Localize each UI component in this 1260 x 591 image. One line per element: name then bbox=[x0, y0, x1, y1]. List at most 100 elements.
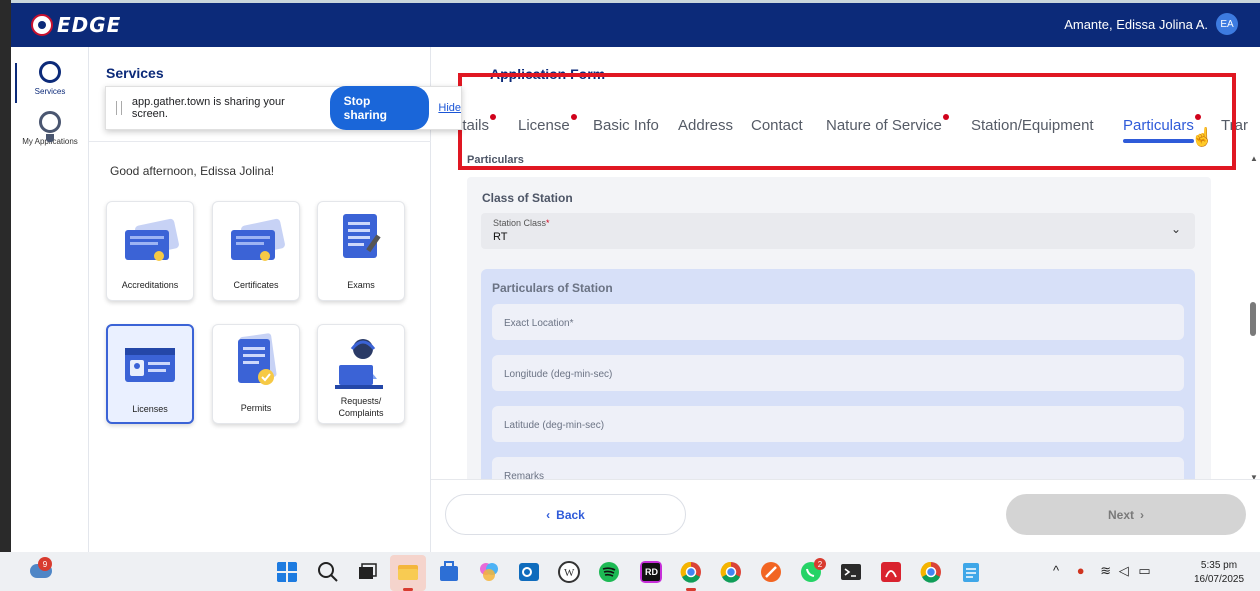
screen-share-notification: app.gather.town is sharing your screen. … bbox=[105, 86, 462, 130]
field-label: Station Class* bbox=[493, 218, 550, 228]
services-title: Services bbox=[106, 65, 164, 81]
clock-time: 5:35 pm bbox=[1200, 560, 1238, 571]
placeholder-text: Longitude (deg-min-sec) bbox=[504, 369, 613, 380]
microsoft-store-icon[interactable] bbox=[438, 561, 460, 583]
tile-label: Exams bbox=[347, 280, 375, 290]
form-scrollbar[interactable]: ▲ ▼ bbox=[1248, 152, 1260, 482]
divider bbox=[89, 141, 431, 142]
spotify-icon[interactable] bbox=[598, 561, 620, 583]
form-footer: ‹ Back Next › bbox=[431, 479, 1260, 552]
side-navigation: Services My Applications bbox=[11, 47, 89, 552]
exact-location-field[interactable]: Exact Location* bbox=[492, 304, 1184, 340]
wifi-icon[interactable]: ≋ bbox=[1100, 563, 1111, 578]
user-name: Amante, Edissa Jolina A. bbox=[1064, 16, 1208, 32]
red-highlight-box bbox=[458, 73, 1236, 170]
sidebar-item-my-applications[interactable]: My Applications bbox=[17, 111, 83, 146]
hide-link[interactable]: Hide bbox=[438, 102, 461, 114]
scroll-up-icon[interactable]: ▲ bbox=[1250, 154, 1258, 163]
service-tile-exams[interactable]: Exams bbox=[317, 201, 405, 301]
id-card-icon bbox=[125, 348, 175, 382]
exam-document-icon bbox=[343, 214, 381, 258]
particulars-of-station-title: Particulars of Station bbox=[492, 281, 613, 295]
task-view-icon[interactable] bbox=[356, 561, 378, 583]
certificate-icon bbox=[125, 218, 179, 261]
chrome-profile-icon[interactable] bbox=[720, 561, 742, 583]
ribbon-badge-icon bbox=[39, 111, 61, 142]
chevron-left-icon: ‹ bbox=[546, 507, 551, 522]
avatar[interactable]: EA bbox=[1216, 13, 1238, 35]
scroll-thumb[interactable] bbox=[1250, 302, 1256, 336]
station-class-select[interactable]: Station Class* RT ⌄ bbox=[481, 213, 1195, 249]
service-tile-accreditations[interactable]: Accreditations bbox=[106, 201, 194, 301]
tile-label: Permits bbox=[240, 403, 272, 413]
user-menu[interactable]: Amante, Edissa Jolina A. EA bbox=[1064, 13, 1238, 35]
service-tile-certificates[interactable]: Certificates bbox=[212, 201, 300, 301]
tile-label: Licenses bbox=[132, 404, 168, 414]
next-button[interactable]: Next › bbox=[1006, 494, 1246, 535]
tile-label: Certificates bbox=[233, 280, 279, 290]
notepad-icon[interactable] bbox=[960, 561, 982, 583]
placeholder-text: Exact Location* bbox=[504, 318, 574, 329]
clock[interactable]: 5:35 pm 16/07/2025 bbox=[1184, 559, 1254, 587]
back-button[interactable]: ‹ Back bbox=[445, 494, 686, 535]
speaker-icon[interactable]: ◁ bbox=[1119, 563, 1129, 578]
chrome-icon[interactable] bbox=[680, 561, 702, 583]
edge-logo[interactable]: EDGE bbox=[31, 13, 121, 37]
greeting-text: Good afternoon, Edissa Jolina! bbox=[110, 164, 275, 178]
certificate-icon bbox=[231, 218, 285, 261]
microphone-icon[interactable]: ● bbox=[1077, 563, 1085, 578]
taskbar: 9 W RD 2 ^ ● ≋ ◁ ▭ 5:35 pm 16/07/2025 bbox=[0, 552, 1260, 591]
file-explorer-icon[interactable] bbox=[397, 561, 419, 583]
toolbox-icon[interactable] bbox=[760, 561, 782, 583]
search-icon[interactable] bbox=[317, 561, 339, 583]
copilot-icon[interactable] bbox=[478, 561, 500, 583]
stop-sharing-button[interactable]: Stop sharing bbox=[329, 86, 430, 130]
acrobat-icon[interactable] bbox=[880, 561, 902, 583]
screen: EDGE Amante, Edissa Jolina A. EA Service… bbox=[0, 0, 1260, 591]
section-label: Particulars bbox=[467, 154, 524, 166]
drag-handle-icon[interactable] bbox=[116, 101, 122, 115]
tile-label: Requests/ Complaints bbox=[338, 396, 384, 418]
select-value: RT bbox=[493, 231, 508, 243]
particulars-panel: Class of Station Station Class* RT ⌄ Par… bbox=[467, 177, 1211, 484]
latitude-field[interactable]: Latitude (deg-min-sec) bbox=[492, 406, 1184, 442]
logo-text: EDGE bbox=[57, 13, 122, 37]
chrome-alt-icon[interactable] bbox=[920, 561, 942, 583]
sidebar-item-label: Services bbox=[34, 87, 66, 96]
tile-label: Accreditations bbox=[121, 280, 179, 290]
service-tile-permits[interactable]: Permits bbox=[212, 324, 300, 424]
svg-text:W: W bbox=[564, 567, 575, 579]
next-label: Next bbox=[1107, 507, 1134, 522]
required-mark: * bbox=[546, 218, 550, 228]
battery-icon[interactable]: ▭ bbox=[1138, 563, 1150, 578]
class-of-station-title: Class of Station bbox=[482, 191, 573, 205]
field-label-text: Station Class bbox=[493, 218, 547, 228]
terminal-icon[interactable] bbox=[840, 561, 862, 583]
weather-badge: 9 bbox=[38, 557, 52, 571]
left-screen-edge bbox=[0, 0, 11, 552]
chevron-right-icon: › bbox=[1140, 507, 1144, 522]
chevron-down-icon: ⌄ bbox=[1170, 222, 1181, 236]
windows-start-icon[interactable] bbox=[276, 561, 298, 583]
chevron-up-icon[interactable]: ^ bbox=[1053, 563, 1059, 578]
whatsapp-badge: 2 bbox=[814, 558, 826, 570]
service-tile-requests-complaints[interactable]: Requests/ Complaints bbox=[317, 324, 405, 424]
app-window: EDGE Amante, Edissa Jolina A. EA Service… bbox=[11, 3, 1260, 552]
signal-tower-icon bbox=[39, 61, 61, 83]
sidebar-item-services[interactable]: Services bbox=[15, 61, 83, 103]
application-form-area: Application Form etails License Basic In… bbox=[431, 47, 1260, 552]
svg-text:RD: RD bbox=[645, 567, 658, 577]
support-agent-icon bbox=[335, 339, 383, 389]
particulars-of-station-section: Particulars of Station Exact Location* L… bbox=[481, 269, 1195, 484]
back-label: Back bbox=[556, 507, 585, 522]
rider-icon[interactable]: RD bbox=[640, 561, 662, 583]
service-tile-licenses[interactable]: Licenses bbox=[106, 324, 194, 424]
seal-icon bbox=[31, 14, 53, 36]
outlook-icon[interactable] bbox=[518, 561, 540, 583]
placeholder-text: Latitude (deg-min-sec) bbox=[504, 420, 605, 431]
permit-document-icon bbox=[238, 333, 277, 385]
clock-date: 16/07/2025 bbox=[1193, 574, 1245, 585]
system-tray[interactable]: ^ ● ≋ ◁ ▭ bbox=[1053, 563, 1151, 579]
wordpress-icon[interactable]: W bbox=[558, 561, 580, 583]
longitude-field[interactable]: Longitude (deg-min-sec) bbox=[492, 355, 1184, 391]
